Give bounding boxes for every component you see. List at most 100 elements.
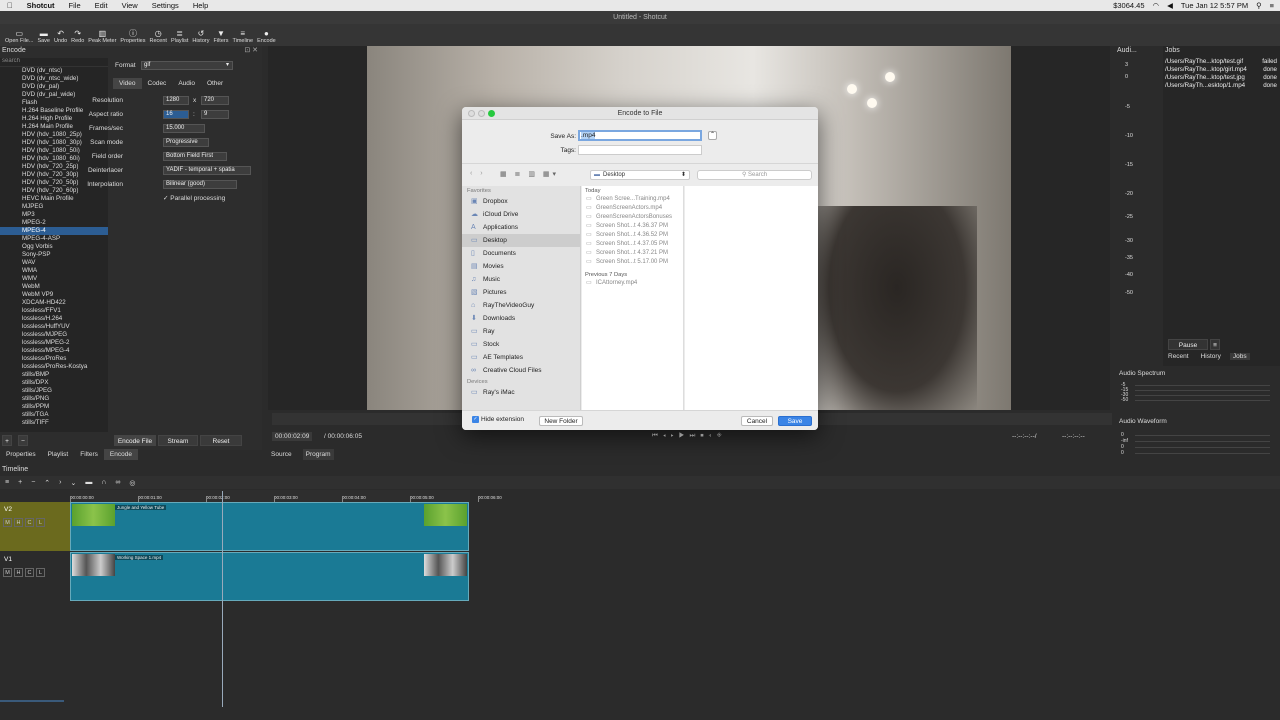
jobs-menu-button[interactable]: ≡: [1210, 339, 1220, 350]
parallel-checkbox[interactable]: ✓: [163, 195, 168, 202]
expand-chevron-icon[interactable]: ⌃: [708, 131, 717, 140]
add-preset-button[interactable]: +: [2, 435, 12, 446]
panel-close-icon[interactable]: ⊡ ✕: [244, 46, 258, 56]
job-item[interactable]: /Users/RayThe...ktop/test.jpg done: [1165, 74, 1280, 81]
sidebar-item-ae-templates[interactable]: ▭ AE Templates: [462, 351, 580, 364]
preset-item[interactable]: stills/JPEG: [0, 387, 108, 395]
zoom-icon[interactable]: [488, 110, 495, 117]
preset-item[interactable]: WebM VP9: [0, 291, 108, 299]
view-mode-icons[interactable]: ▦ ≣ ▥ ▦▾: [500, 170, 559, 178]
apple-menu-icon[interactable]: : [7, 1, 13, 10]
encode-file-button[interactable]: Encode File: [114, 435, 156, 446]
timeline-ruler[interactable]: 00:00:00:00 00:00:01:00 00:00:02:00 00:00:0…: [70, 490, 502, 502]
scrub-icon[interactable]: ◎: [129, 479, 135, 487]
reset-button[interactable]: Reset: [200, 435, 242, 446]
preset-item[interactable]: WAV: [0, 259, 108, 267]
preset-item[interactable]: HDV (hdv_720_60p): [0, 187, 108, 195]
file-item[interactable]: ▭ ICAttorney.mp4: [582, 279, 683, 288]
track-header-v2[interactable]: V2 M H C L: [0, 502, 70, 551]
overwrite-icon[interactable]: ›: [59, 479, 61, 486]
spotlight-icon[interactable]: ⚲: [1256, 1, 1262, 10]
interp-select[interactable]: Bilinear (good): [163, 180, 237, 189]
timeline-clip[interactable]: Working Space 1.mp4: [70, 552, 469, 601]
sidebar-item-creative-cloud-files[interactable]: ∞ Creative Cloud Files: [462, 364, 580, 377]
sidebar-item-raythevideoguy[interactable]: ⌂ RayTheVideoGuy: [462, 299, 580, 312]
tab-source[interactable]: Source: [268, 449, 295, 460]
deint-select[interactable]: YADIF - temporal + spatia: [163, 166, 251, 175]
dock-tab-filters[interactable]: Filters: [74, 449, 104, 460]
new-folder-button[interactable]: New Folder: [539, 416, 583, 426]
aspect-width-input[interactable]: 16: [163, 110, 189, 119]
playhead[interactable]: [222, 491, 223, 707]
sidebar-item-desktop[interactable]: ▭ Desktop: [462, 234, 580, 247]
file-item[interactable]: ▭ Screen Shot...t 4.37.05 PM: [582, 240, 683, 249]
preset-item[interactable]: MPEG-4-ASP: [0, 235, 108, 243]
save-button[interactable]: Save: [778, 416, 812, 426]
close-icon[interactable]: [468, 110, 475, 117]
preset-item[interactable]: lossless/H.264: [0, 315, 108, 323]
file-item[interactable]: ▭ Screen Shot...t 4.36.37 PM: [582, 222, 683, 231]
append-icon[interactable]: +: [18, 479, 22, 486]
preset-item[interactable]: Ogg Vorbis: [0, 243, 108, 251]
field-select[interactable]: Bottom Field First: [163, 152, 227, 161]
preset-item[interactable]: MPEG-4: [0, 227, 108, 235]
wifi-icon[interactable]: ◠: [1153, 1, 1160, 10]
file-item[interactable]: ▭ GreenScreenActors.mp4: [582, 204, 683, 213]
preset-item[interactable]: lossless/MPEG-4: [0, 347, 108, 355]
sidebar-item-stock[interactable]: ▭ Stock: [462, 338, 580, 351]
tab-audio[interactable]: Audio: [172, 78, 201, 89]
preset-item[interactable]: stills/PNG: [0, 395, 108, 403]
minimize-icon[interactable]: [478, 110, 485, 117]
preset-item[interactable]: lossless/ProRes-Kostya: [0, 363, 108, 371]
preset-item[interactable]: lossless/FFV1: [0, 307, 108, 315]
search-field[interactable]: ⚲ Search: [697, 170, 812, 180]
preset-item[interactable]: HDV (hdv_1080_25p): [0, 131, 108, 139]
track-btn-c[interactable]: C: [25, 568, 34, 577]
tab-jobs[interactable]: Jobs: [1229, 353, 1250, 360]
file-item[interactable]: ▭ Screen Shot...t 4.36.52 PM: [582, 231, 683, 240]
sidebar-item-applications[interactable]: A Applications: [462, 221, 580, 234]
toolbar-encode-button[interactable]: ● Encode: [257, 29, 276, 46]
file-item[interactable]: ▭ GreenScreenActorsBonuses: [582, 213, 683, 222]
magnet-icon[interactable]: ∩: [101, 479, 106, 486]
notification-icon[interactable]: ≡: [1270, 1, 1274, 10]
sidebar-item-icloud-drive[interactable]: ☁ iCloud Drive: [462, 208, 580, 221]
tab-program[interactable]: Program: [302, 449, 334, 460]
back-forward-icon[interactable]: ‹ ›: [470, 170, 486, 177]
file-item[interactable]: ▭ Screen Shot...t 5.17.00 PM: [582, 258, 683, 267]
preset-item[interactable]: stills/TIFF: [0, 419, 108, 427]
tab-recent[interactable]: Recent: [1165, 353, 1192, 360]
lift-icon[interactable]: ⌃: [44, 479, 50, 487]
fps-input[interactable]: 15.000: [163, 124, 205, 133]
volume-icon[interactable]: ◀: [1167, 1, 1173, 10]
track-btn-l[interactable]: L: [36, 518, 45, 527]
preset-item[interactable]: stills/DPX: [0, 379, 108, 387]
preset-item[interactable]: lossless/MPEG-2: [0, 339, 108, 347]
preset-search-input[interactable]: search: [0, 58, 108, 67]
toolbar-redo-button[interactable]: ↷ Redo: [71, 29, 84, 46]
toolbar-filters-button[interactable]: ▼ Filters: [213, 29, 228, 46]
ripple-icon[interactable]: ∞: [115, 479, 120, 486]
sidebar-item-dropbox[interactable]: ▣ Dropbox: [462, 195, 580, 208]
tab-codec[interactable]: Codec: [142, 78, 173, 89]
toolbar-timeline-button[interactable]: ≡ Timeline: [232, 29, 253, 46]
remove-preset-button[interactable]: −: [18, 435, 28, 446]
cancel-button[interactable]: Cancel: [741, 416, 773, 426]
toolbar-properties-button[interactable]: ⓘ Properties: [120, 29, 145, 46]
hide-extension-checkbox[interactable]: ✓: [472, 416, 479, 423]
split-icon[interactable]: ⌄: [71, 479, 77, 487]
preset-item[interactable]: DVD (dv_pal): [0, 83, 108, 91]
track-btn-c[interactable]: C: [25, 518, 34, 527]
menu-edit[interactable]: Edit: [95, 1, 108, 10]
toolbar-save-button[interactable]: ▬ Save: [37, 29, 50, 46]
dock-tab-playlist[interactable]: Playlist: [42, 449, 75, 460]
pause-button[interactable]: Pause: [1168, 339, 1208, 350]
timeline-menu-icon[interactable]: ≡: [5, 479, 9, 486]
timeline-clip[interactable]: Jungle and Yellow Tube: [70, 502, 469, 551]
resolution-width-input[interactable]: 1280: [163, 96, 189, 105]
preset-item[interactable]: XDCAM-HD422: [0, 299, 108, 307]
preset-item[interactable]: WMA: [0, 267, 108, 275]
file-item[interactable]: ▭ Screen Shot...t 4.37.21 PM: [582, 249, 683, 258]
job-item[interactable]: /Users/RayThe...ktop/girl.mp4 done: [1165, 66, 1280, 73]
preset-item[interactable]: HEVC Main Profile: [0, 195, 108, 203]
